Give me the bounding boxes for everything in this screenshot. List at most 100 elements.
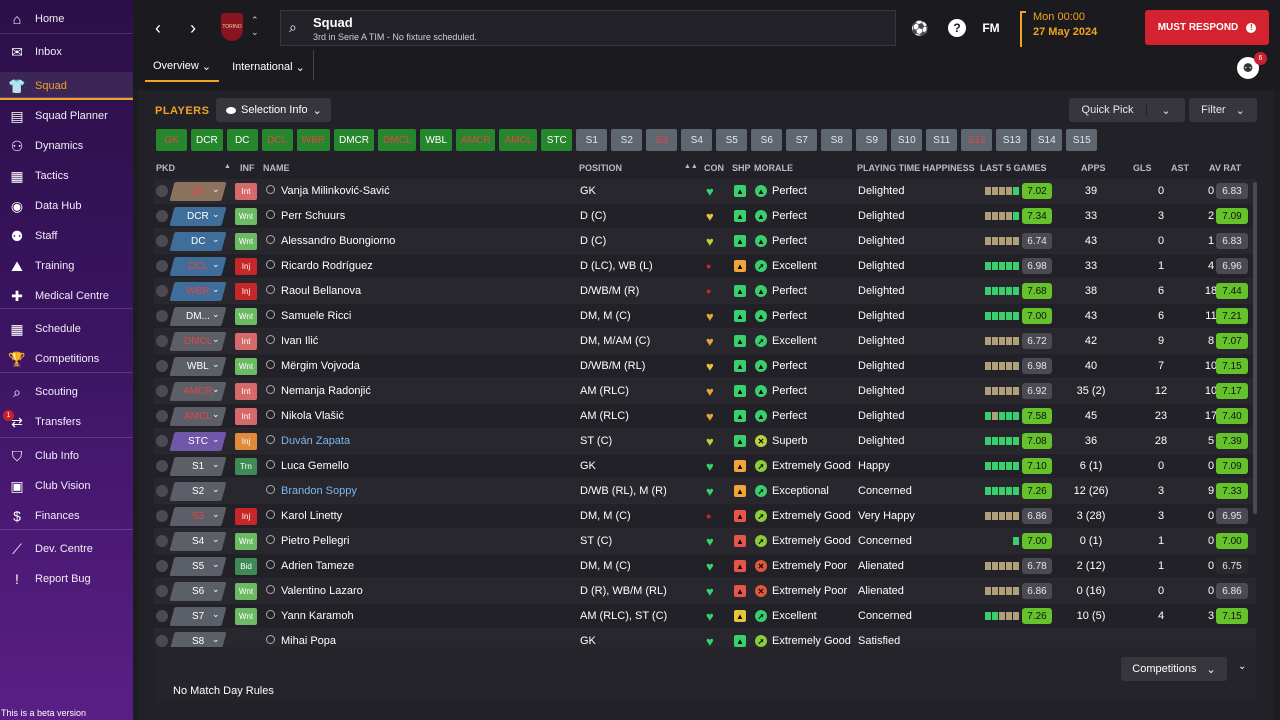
chevron-down-icon[interactable]: ⌄ <box>212 184 220 195</box>
pick-toggle[interactable] <box>156 585 168 597</box>
table-row[interactable]: GK ⌄ Int Vanja Milinković-Savić GK ♥ ▲ ▲ Perfect… <box>154 179 1256 204</box>
position-chip[interactable]: WBR <box>296 129 331 151</box>
help-icon[interactable]: ? <box>948 19 966 37</box>
pick-toggle[interactable] <box>156 560 168 572</box>
sidebar-item-report-bug[interactable]: ! Report Bug <box>0 565 133 593</box>
chevron-down-icon[interactable]: ⌄ <box>212 434 220 445</box>
chevron-down-icon[interactable]: ⌄ <box>212 359 220 370</box>
player-name[interactable]: Raoul Bellanova <box>281 285 361 297</box>
chevron-down-icon[interactable]: ⌄ <box>212 384 220 395</box>
chevron-down-icon[interactable]: ⌄ <box>212 309 220 320</box>
pick-toggle[interactable] <box>156 260 168 272</box>
pick-toggle[interactable] <box>156 335 168 347</box>
chevron-down-icon[interactable]: ⌄ <box>212 259 220 270</box>
col-ast[interactable]: AST <box>1171 163 1189 173</box>
table-row[interactable]: S8 ⌄ Mihai Popa GK ♥ ▲ ➚ Extremely Good Satisfie… <box>154 629 1256 649</box>
player-name[interactable]: Samuele Ricci <box>281 310 351 322</box>
table-row[interactable]: DMCL ⌄ Int Ivan Ilić DM, M/AM (C) ♥ ▲ ➚ Excellen… <box>154 329 1256 354</box>
table-row[interactable]: AMCL ⌄ Int Nikola Vlašić AM (RLC) ♥ ▲ ▲ Perfect D… <box>154 404 1256 429</box>
chevron-down-icon[interactable]: ⌄ <box>212 484 220 495</box>
player-name[interactable]: Valentino Lazaro <box>281 585 363 597</box>
player-name[interactable]: Yann Karamoh <box>281 610 354 622</box>
fm-logo[interactable]: FM <box>980 17 1002 39</box>
col-name[interactable]: NAME <box>263 163 290 173</box>
competitions-button[interactable]: Competitions ⌄ <box>1121 657 1227 681</box>
table-row[interactable]: WBR ⌄ Inj Raoul Bellanova D/WB/M (R) ● ▲ ▲ Perfe… <box>154 279 1256 304</box>
position-chip[interactable]: DCL <box>261 129 293 151</box>
chevron-down-icon[interactable]: ⌄ <box>212 509 220 520</box>
col-morale[interactable]: MORALE <box>754 163 793 173</box>
position-chip[interactable]: S9 <box>856 129 888 151</box>
collapse-icon[interactable]: ⌄ <box>1238 661 1246 672</box>
sidebar-item-finances[interactable]: $ Finances <box>0 502 133 530</box>
table-row[interactable]: DM... ⌄ Wnt Samuele Ricci DM, M (C) ♥ ▲ ▲ Perfec… <box>154 304 1256 329</box>
filter-button[interactable]: Filter ⌄ <box>1189 98 1257 122</box>
player-name[interactable]: Mihai Popa <box>281 635 336 647</box>
position-chip[interactable]: DMCR <box>334 129 375 151</box>
chevron-down-icon[interactable]: ⌄ <box>212 459 220 470</box>
pick-toggle[interactable] <box>156 635 168 647</box>
position-chip[interactable]: DCR <box>191 129 223 151</box>
pick-toggle[interactable] <box>156 385 168 397</box>
player-name[interactable]: Pietro Pellegri <box>281 535 349 547</box>
football-icon[interactable]: ⚽ <box>909 17 931 39</box>
position-chip[interactable]: S1 <box>576 129 608 151</box>
table-row[interactable]: S5 ⌄ Bid Adrien Tameze DM, M (C) ♥ ▲ ✕ Extremely… <box>154 554 1256 579</box>
tab-overview[interactable]: Overview ⌄ <box>145 52 220 82</box>
position-chip[interactable]: S15 <box>1066 129 1098 151</box>
pick-toggle[interactable] <box>156 185 168 197</box>
position-chip[interactable]: S2 <box>611 129 643 151</box>
position-chip[interactable]: S10 <box>891 129 923 151</box>
position-chip[interactable]: S11 <box>926 129 958 151</box>
position-chip[interactable]: STC <box>541 129 573 151</box>
position-chip[interactable]: S4 <box>681 129 713 151</box>
table-row[interactable]: DCL ⌄ Inj Ricardo Rodríguez D (LC), WB (L) ● ▲… <box>154 254 1256 279</box>
tab-international[interactable]: International ⌄ <box>224 52 313 82</box>
player-name[interactable]: Alessandro Buongiorno <box>281 235 395 247</box>
player-name[interactable]: Ricardo Rodríguez <box>281 260 373 272</box>
table-row[interactable]: S6 ⌄ Wnt Valentino Lazaro D (R), WB/M (RL) ♥ ▲… <box>154 579 1256 604</box>
player-name[interactable]: Vanja Milinković-Savić <box>281 185 390 197</box>
pick-toggle[interactable] <box>156 285 168 297</box>
pick-toggle[interactable] <box>156 610 168 622</box>
position-chip[interactable]: DMCL <box>378 129 417 151</box>
sidebar-item-training[interactable]: ⛰ Training <box>0 252 133 280</box>
position-chip[interactable]: DC <box>226 129 258 151</box>
position-chip[interactable]: AMCR <box>456 129 496 151</box>
col-con[interactable]: CON <box>704 163 724 173</box>
chevron-down-icon[interactable]: ⌄ <box>212 334 220 345</box>
position-chip[interactable]: S7 <box>786 129 818 151</box>
position-chip[interactable]: S14 <box>1031 129 1063 151</box>
table-row[interactable]: WBL ⌄ Wnt Mërgim Vojvoda D/WB/M (RL) ♥ ▲ ▲ Perfe… <box>154 354 1256 379</box>
chevron-down-icon[interactable]: ⌄ <box>212 234 220 245</box>
pick-toggle[interactable] <box>156 310 168 322</box>
chevron-down-icon[interactable]: ⌄ <box>212 634 220 645</box>
sidebar-item-staff[interactable]: ⚉ Staff <box>0 222 133 250</box>
table-row[interactable]: S4 ⌄ Wnt Pietro Pellegri ST (C) ♥ ▲ ➚ Extremely … <box>154 529 1256 554</box>
position-chip[interactable]: S13 <box>996 129 1028 151</box>
col-shp[interactable]: SHP <box>732 163 751 173</box>
col-last5[interactable]: LAST 5 GAMES <box>980 163 1047 173</box>
must-respond-button[interactable]: MUST RESPOND ! <box>1145 10 1269 45</box>
chevron-down-icon[interactable]: ⌄ <box>212 284 220 295</box>
club-crest[interactable]: TORINO <box>221 13 243 41</box>
chevron-down-icon[interactable]: ⌄ <box>212 534 220 545</box>
player-name[interactable]: Adrien Tameze <box>281 560 354 572</box>
pick-toggle[interactable] <box>156 460 168 472</box>
sidebar-item-dynamics[interactable]: ⚇ Dynamics <box>0 132 133 160</box>
back-button[interactable]: ‹ <box>148 15 168 41</box>
date-display[interactable]: Mon 00:00 27 May 2024 <box>1020 11 1132 47</box>
table-row[interactable]: S1 ⌄ Trn Luca Gemello GK ♥ ▲ ➚ Extremely Good Hap… <box>154 454 1256 479</box>
col-position[interactable]: POSITION <box>579 163 622 173</box>
position-chip[interactable]: S12 <box>961 129 993 151</box>
position-chip[interactable]: AMCL <box>499 129 538 151</box>
position-chip[interactable]: S8 <box>821 129 853 151</box>
col-apps[interactable]: APPS <box>1081 163 1106 173</box>
col-inf[interactable]: INF <box>240 163 255 173</box>
table-row[interactable]: AMCR ⌄ Int Nemanja Radonjić AM (RLC) ♥ ▲ ▲ Perfe… <box>154 379 1256 404</box>
sidebar-item-schedule[interactable]: ▦ Schedule <box>0 315 133 343</box>
sidebar-item-transfers[interactable]: ⇄ Transfers 1 <box>0 408 133 436</box>
col-avrat[interactable]: AV RAT <box>1209 163 1241 173</box>
pick-toggle[interactable] <box>156 210 168 222</box>
forward-button[interactable]: › <box>183 15 203 41</box>
